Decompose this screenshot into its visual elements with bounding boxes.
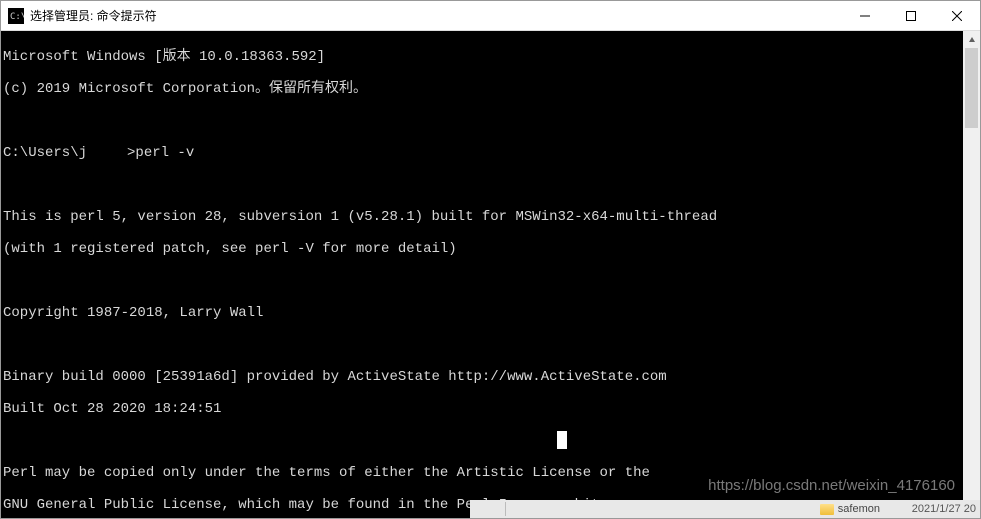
- output-line: Copyright 1987-2018, Larry Wall: [3, 305, 961, 321]
- explorer-date: 2021/1/27 20: [912, 503, 976, 515]
- output-line: (c) 2019 Microsoft Corporation。保留所有权利。: [3, 81, 961, 97]
- titlebar[interactable]: C:\ 选择管理员: 命令提示符: [1, 1, 980, 31]
- folder-icon: [820, 504, 834, 515]
- window-controls: [842, 1, 980, 30]
- output-line: [3, 433, 961, 449]
- prompt-command: >perl -v: [127, 145, 194, 161]
- output-line: Microsoft Windows [版本 10.0.18363.592]: [3, 49, 961, 65]
- explorer-folder-item[interactable]: safemon: [820, 503, 880, 515]
- redacted-username: [87, 147, 127, 161]
- maximize-button[interactable]: [888, 1, 934, 31]
- output-line: Perl may be copied only under the terms …: [3, 465, 961, 481]
- vertical-scrollbar[interactable]: [963, 31, 980, 518]
- output-line: This is perl 5, version 28, subversion 1…: [3, 209, 961, 225]
- window-title: 选择管理员: 命令提示符: [30, 7, 842, 24]
- terminal-output[interactable]: Microsoft Windows [版本 10.0.18363.592] (c…: [1, 31, 963, 518]
- output-line: Binary build 0000 [25391a6d] provided by…: [3, 369, 961, 385]
- output-line: [3, 337, 961, 353]
- output-line: Built Oct 28 2020 18:24:51: [3, 401, 961, 417]
- folder-label: safemon: [838, 503, 880, 515]
- svg-text:C:\: C:\: [10, 12, 24, 22]
- close-button[interactable]: [934, 1, 980, 31]
- watermark-text: https://blog.csdn.net/weixin_4176160: [708, 478, 955, 494]
- terminal-area: Microsoft Windows [版本 10.0.18363.592] (c…: [1, 31, 980, 518]
- scroll-up-button[interactable]: [963, 31, 980, 48]
- cmd-icon: C:\: [8, 8, 24, 24]
- divider: [505, 502, 506, 516]
- text-caret: [557, 431, 567, 449]
- scrollbar-track[interactable]: [963, 48, 980, 501]
- prompt-path: C:\Users\j: [3, 145, 87, 161]
- output-line: [3, 113, 961, 129]
- output-line: [3, 177, 961, 193]
- output-line: [3, 273, 961, 289]
- minimize-button[interactable]: [842, 1, 888, 31]
- scrollbar-thumb[interactable]: [965, 48, 978, 128]
- taskbar-peek: safemon 2021/1/27 20: [470, 500, 980, 518]
- cmd-window: C:\ 选择管理员: 命令提示符 Microsoft Windows [版本 1…: [0, 0, 981, 519]
- prompt-line: C:\Users\j >perl -v: [3, 145, 961, 161]
- output-line: (with 1 registered patch, see perl -V fo…: [3, 241, 961, 257]
